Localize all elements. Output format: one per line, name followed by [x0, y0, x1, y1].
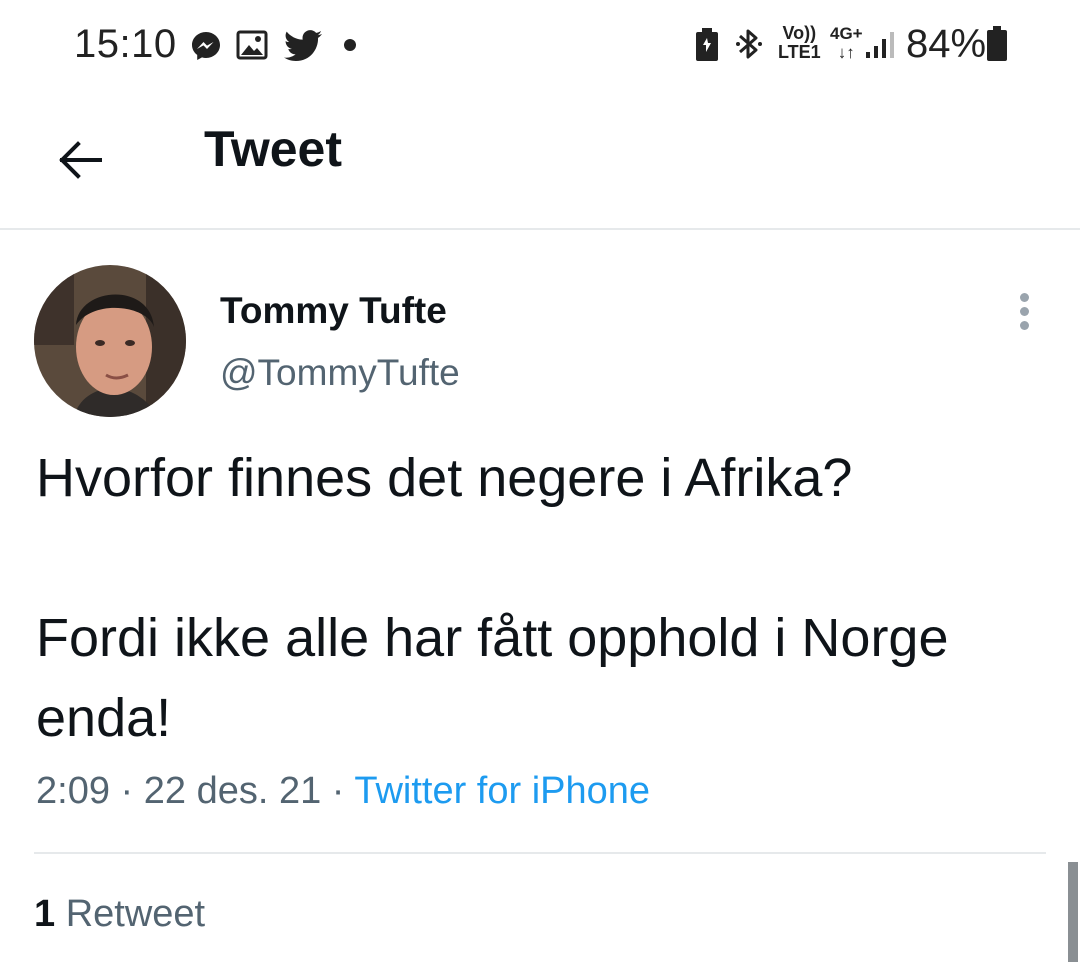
battery-percent: 84% [906, 22, 987, 66]
network-arrows-label: ↓↑ [837, 43, 855, 62]
status-time: 15:10 [74, 22, 177, 66]
gallery-icon [236, 30, 268, 60]
tweet-paragraph: Fordi ikke alle har fått opphold i Norge… [36, 608, 949, 748]
more-dot-icon [1019, 307, 1029, 316]
tweet-metadata: 2:09 · 22 des. 21 · Twitter for iPhone [36, 770, 650, 813]
profile-photo [34, 265, 186, 417]
retweet-label: Retweet [65, 893, 206, 935]
twitter-icon [284, 30, 322, 62]
volte-indicator: Vo)) LTE1 [778, 24, 821, 62]
more-dot-icon [1019, 293, 1029, 302]
network-type-label: 4G+ [830, 24, 863, 43]
network-type-indicator: 4G+ ↓↑ [830, 24, 863, 62]
avatar[interactable] [34, 265, 186, 417]
meta-separator: · [120, 770, 134, 812]
volte-top-label: Vo)) [782, 23, 817, 43]
battery-saver-icon [696, 28, 718, 61]
battery-icon [987, 26, 1007, 61]
page-title: Tweet [204, 121, 342, 177]
bluetooth-icon [736, 29, 762, 59]
tweet-date: 22 des. 21 [143, 770, 322, 812]
display-name[interactable]: Tommy Tufte [220, 290, 447, 332]
tweet-text: Hvorfor finnes det negere i Afrika? Ford… [36, 438, 1046, 758]
status-bar: 15:10 Vo)) LTE1 4G+ ↓↑ 84% [0, 0, 1080, 92]
tweet-source-link[interactable]: Twitter for iPhone [354, 770, 650, 812]
tweet-time: 2:09 [36, 770, 110, 812]
retweet-count: 1 [34, 893, 56, 935]
arrow-left-icon [59, 141, 102, 179]
more-dot-icon [1019, 321, 1029, 330]
tweet-paragraph: Hvorfor finnes det negere i Afrika? [36, 448, 853, 508]
scrollbar[interactable] [1068, 862, 1078, 962]
messenger-icon [192, 32, 220, 60]
tweet-header: Tweet [0, 92, 1080, 230]
more-options-button[interactable] [1004, 288, 1044, 336]
retweet-count-link[interactable]: 1 Retweet [34, 893, 205, 936]
volte-bottom-label: LTE1 [778, 42, 821, 62]
divider [34, 852, 1046, 854]
user-handle[interactable]: @TommyTufte [220, 352, 460, 394]
meta-separator: · [331, 770, 345, 812]
notification-dot [344, 39, 356, 51]
signal-icon [866, 32, 894, 58]
back-button[interactable] [48, 128, 112, 192]
